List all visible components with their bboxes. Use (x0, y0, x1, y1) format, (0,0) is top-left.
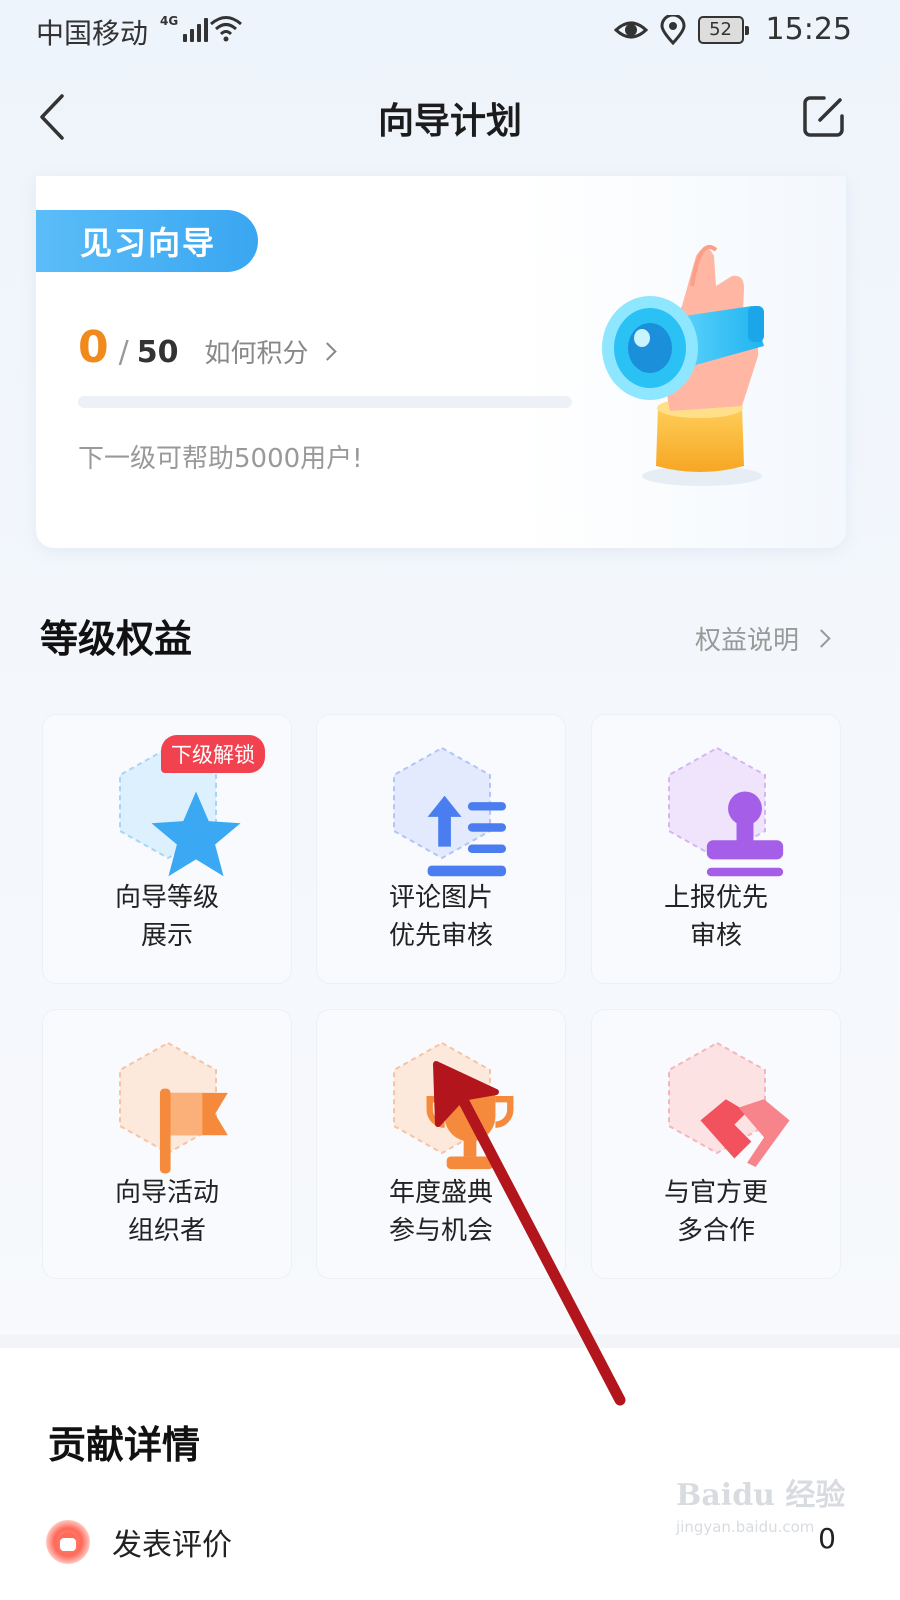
benefit-card-report-priority[interactable]: 上报优先 审核 (591, 714, 841, 984)
benefit-label: 上报优先 审核 (592, 879, 840, 955)
benefit-card-official-cooperation[interactable]: 与官方更 多合作 (591, 1009, 841, 1279)
benefit-label: 与官方更 多合作 (592, 1174, 840, 1250)
eye-icon (613, 21, 648, 38)
level-card: 见习向导 0 / 50 如何积分 下一级可帮助5000用户! (36, 176, 846, 548)
how-to-earn-label: 如何积分 (204, 339, 309, 369)
hexagon-badge (664, 1040, 790, 1168)
unlock-badge: 下级解锁 (161, 735, 265, 773)
page-title: 向导计划 (377, 101, 522, 142)
benefit-label-line1: 与官方更 (663, 1178, 768, 1208)
benefit-label-line2: 多合作 (676, 1216, 755, 1246)
benefit-card-annual-ceremony[interactable]: 年度盛典 参与机会 (316, 1009, 566, 1279)
chevron-right-icon (812, 629, 831, 648)
contribution-label: 发表评价 (112, 1528, 232, 1563)
wifi-icon (210, 16, 242, 42)
trophy-icon (426, 1090, 514, 1170)
next-level-description: 下一级可帮助5000用户! (78, 444, 363, 474)
priority-list-icon (427, 795, 507, 877)
location-icon (660, 14, 686, 45)
benefits-section-title: 等级权益 (40, 617, 193, 661)
benefit-label-line1: 上报优先 (663, 883, 768, 913)
battery-icon: 52 (697, 15, 749, 44)
benefit-label-line2: 审核 (689, 921, 742, 951)
section-divider (0, 1334, 900, 1348)
current-points: 0 (78, 322, 109, 373)
benefit-card-priority-review[interactable]: 评论图片 优先审核 (316, 714, 566, 984)
battery-level: 52 (709, 19, 732, 40)
benefit-label-line2: 优先审核 (388, 921, 493, 951)
benefit-label: 年度盛典 参与机会 (317, 1174, 565, 1250)
level-badge: 见习向导 (36, 210, 258, 272)
benefit-label-line2: 展示 (140, 921, 193, 951)
benefit-label: 向导等级 展示 (43, 879, 291, 955)
watermark-logo: Baidu 经验 (676, 1478, 846, 1513)
network-type: 4G (160, 14, 179, 28)
flag-icon (159, 1088, 228, 1174)
edit-icon[interactable] (802, 94, 846, 138)
watermark: Baidu 经验 jingyan.baidu.com (676, 1470, 876, 1560)
status-bar: 中国移动 4G 52 15:25 (0, 0, 900, 62)
benefit-label-line1: 年度盛典 (388, 1178, 493, 1208)
stamp-icon (706, 791, 784, 877)
benefits-explanation-link[interactable]: 权益说明 (694, 620, 831, 657)
benefit-label: 评论图片 优先审核 (317, 879, 565, 955)
contribution-section-title: 贡献详情 (48, 1423, 201, 1467)
handshake-icon (700, 1099, 790, 1168)
chevron-right-icon (317, 342, 337, 361)
status-time: 15:25 (765, 12, 852, 47)
benefit-card-activity-organizer[interactable]: 向导活动 组织者 (42, 1009, 292, 1279)
hexagon-badge (115, 1040, 228, 1174)
carrier-name: 中国移动 (36, 17, 149, 50)
how-to-earn-link[interactable]: 如何积分 (204, 333, 337, 370)
benefit-label-line1: 评论图片 (388, 883, 493, 913)
star-icon (151, 791, 241, 877)
benefit-label: 向导活动 组织者 (43, 1174, 291, 1250)
comment-icon (46, 1520, 90, 1564)
hexagon-badge (664, 745, 784, 877)
watermark-url: jingyan.baidu.com (676, 1518, 815, 1536)
level-progress-bar (78, 396, 572, 408)
points-separator: / (118, 335, 129, 370)
benefit-card-level-display[interactable]: 下级解锁 向导等级 展示 (42, 714, 292, 984)
nav-bar: 向导计划 (0, 62, 900, 174)
total-points: 50 (136, 335, 179, 370)
hexagon-badge (389, 1040, 514, 1170)
benefits-explanation-label: 权益说明 (694, 626, 799, 656)
benefit-label-line2: 参与机会 (388, 1216, 493, 1246)
hexagon-badge (389, 745, 507, 877)
telescope-hand-illustration (602, 245, 764, 486)
signal-icon: 4G (160, 14, 209, 42)
benefit-label-line2: 组织者 (127, 1216, 206, 1246)
benefit-label-line1: 向导活动 (114, 1178, 219, 1208)
benefit-label-line1: 向导等级 (114, 883, 219, 913)
points-row: 0 / 50 如何积分 (78, 322, 337, 373)
